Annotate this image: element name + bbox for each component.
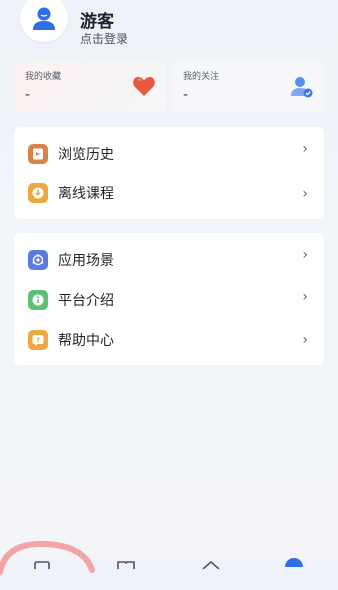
history-icon bbox=[28, 144, 48, 164]
user-follow-icon bbox=[290, 75, 314, 103]
favorites-card[interactable]: 我的收藏 - bbox=[14, 61, 166, 113]
home-icon[interactable] bbox=[33, 554, 51, 573]
menu-label-offline-courses: 离线课程 bbox=[58, 186, 114, 202]
chevron-right-icon: › bbox=[302, 247, 308, 263]
svg-text:?: ? bbox=[36, 337, 40, 345]
menu-label-help-center: 帮助中心 bbox=[58, 333, 114, 349]
book-icon[interactable] bbox=[117, 554, 135, 573]
favorites-label: 我的收藏 bbox=[25, 72, 62, 82]
menu-item-platform-intro[interactable]: 平台介绍 › bbox=[14, 279, 324, 319]
menu-item-scenarios[interactable]: 应用场景 › bbox=[14, 239, 324, 279]
menu-group-1: 浏览历史 › 离线课程 › bbox=[14, 127, 324, 219]
heart-icon bbox=[132, 75, 156, 101]
login-link[interactable]: 点击登录 bbox=[80, 30, 128, 47]
chevron-right-icon: › bbox=[302, 332, 308, 348]
user-avatar-icon[interactable] bbox=[20, 0, 68, 42]
scene-icon bbox=[28, 250, 48, 270]
info-icon bbox=[28, 290, 48, 310]
user-name: 游客 bbox=[80, 12, 114, 32]
menu-group-2: 应用场景 › 平台介绍 › ? 帮助中心 › bbox=[14, 233, 324, 365]
help-icon: ? bbox=[28, 330, 48, 350]
menu-item-history[interactable]: 浏览历史 › bbox=[14, 133, 324, 173]
favorites-count: - bbox=[25, 87, 31, 103]
bottom-nav bbox=[0, 546, 338, 576]
chevron-right-icon: › bbox=[302, 186, 308, 202]
profile-icon[interactable] bbox=[284, 552, 304, 576]
menu-item-offline-courses[interactable]: 离线课程 › bbox=[14, 172, 324, 212]
chevron-right-icon: › bbox=[302, 289, 308, 305]
menu-item-help-center[interactable]: ? 帮助中心 › bbox=[14, 319, 324, 359]
chevron-right-icon: › bbox=[302, 141, 308, 157]
house-icon[interactable] bbox=[201, 554, 221, 573]
profile-header[interactable]: 游客 点击登录 bbox=[16, 0, 336, 46]
menu-label-platform-intro: 平台介绍 bbox=[58, 293, 114, 309]
following-count: - bbox=[183, 87, 189, 103]
download-icon bbox=[28, 183, 48, 203]
following-card[interactable]: 我的关注 - bbox=[172, 61, 324, 113]
menu-label-scenarios: 应用场景 bbox=[58, 253, 114, 269]
menu-label-history: 浏览历史 bbox=[58, 147, 114, 163]
following-label: 我的关注 bbox=[183, 72, 220, 82]
